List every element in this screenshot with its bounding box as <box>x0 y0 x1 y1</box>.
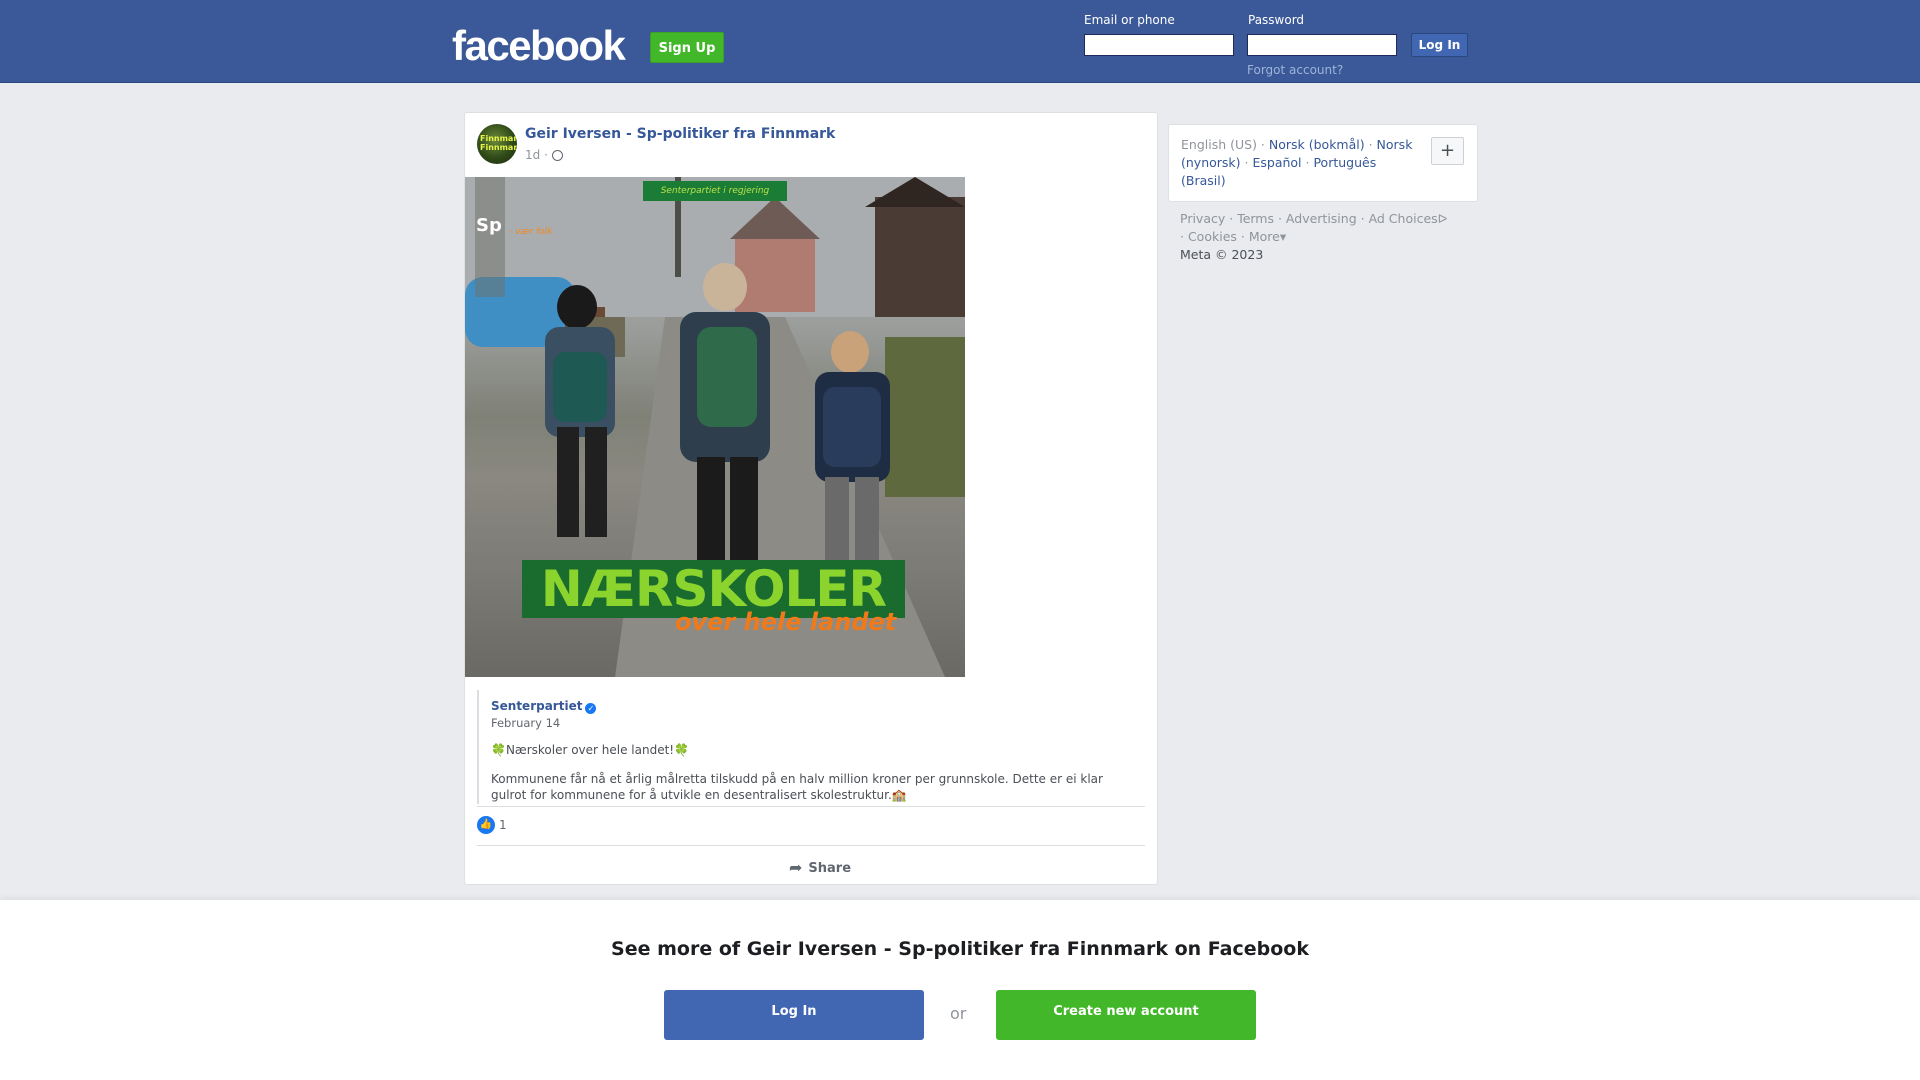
avatar[interactable]: Finnmark Finnmark <box>477 124 517 164</box>
sp-logo: Sp <box>476 215 502 236</box>
password-input[interactable] <box>1247 34 1397 56</box>
shared-post: Senterpartiet ✓ February 14 🍀Nærskoler ov… <box>477 690 1147 804</box>
globe-icon <box>551 150 563 161</box>
create-account-button[interactable]: Create new account <box>996 990 1256 1040</box>
shared-page-name-text[interactable]: Senterpartiet <box>491 699 582 713</box>
chevron-down-icon: ▾ <box>1279 229 1287 244</box>
language-list: English (US) · Norsk (bokmål) · Norsk (n… <box>1181 137 1413 188</box>
language-link[interactable]: Norsk (bokmål) <box>1269 137 1365 152</box>
post-author[interactable]: Geir Iversen - Sp-politiker fra Finnmark <box>525 126 835 142</box>
avatar-text: Finnmark Finnmark <box>480 134 517 152</box>
footer-link-privacy[interactable]: Privacy <box>1180 211 1225 226</box>
login-button[interactable]: Log In <box>1411 33 1468 57</box>
top-navbar: facebook Sign Up Email or phone Password… <box>0 0 1920 83</box>
footer-link-more[interactable]: More <box>1249 229 1280 244</box>
shared-date[interactable]: February 14 <box>491 716 560 730</box>
email-input[interactable] <box>1084 34 1234 56</box>
language-current: English (US) <box>1181 137 1257 152</box>
divider <box>477 806 1145 807</box>
copyright: Meta © 2023 <box>1180 247 1264 262</box>
ad-choices-icon: ᐅ <box>1437 211 1448 226</box>
sign-up-button[interactable]: Sign Up <box>650 32 724 63</box>
footer-link-ad-choices[interactable]: Ad Choices <box>1369 211 1438 226</box>
shared-page-name[interactable]: Senterpartiet ✓ <box>491 699 597 714</box>
sp-logo-sub: - vær folk <box>509 227 553 237</box>
like-icon: 👍 <box>477 816 495 834</box>
language-link[interactable]: Español <box>1252 155 1301 170</box>
shared-body: Kommunene får nå et årlig målretta tilsk… <box>491 772 1103 802</box>
verified-icon: ✓ <box>585 703 597 714</box>
share-icon: ➦ <box>789 858 803 877</box>
footer-link-terms[interactable]: Terms <box>1237 211 1274 226</box>
email-label: Email or phone <box>1084 13 1175 27</box>
image-top-badge: Senterpartiet i regjering <box>643 181 787 201</box>
facebook-logo[interactable]: facebook <box>452 22 626 70</box>
post-card: Finnmark Finnmark Geir Iversen - Sp-poli… <box>464 112 1158 885</box>
share-button[interactable]: ➦ Share <box>789 858 851 877</box>
share-label: Share <box>808 861 852 876</box>
language-box: English (US) · Norsk (bokmål) · Norsk (n… <box>1168 124 1478 202</box>
footer-link-advertising[interactable]: Advertising <box>1286 211 1357 226</box>
footer-links: Privacy · Terms · Advertising · Ad Choic… <box>1180 211 1448 262</box>
post-time[interactable]: 1d · <box>525 148 548 162</box>
login-prompt-title: See more of Geir Iversen - Sp-politiker … <box>611 938 1309 960</box>
banner-login-button[interactable]: Log In <box>664 990 924 1040</box>
login-prompt-banner: See more of Geir Iversen - Sp-politiker … <box>0 900 1920 1080</box>
post-photo[interactable]: Senterpartiet i regjering Sp - vær folk … <box>465 177 965 677</box>
password-label: Password <box>1248 13 1305 27</box>
image-subtitle: over hele landet <box>675 608 897 636</box>
or-separator: or <box>950 1004 967 1023</box>
more-languages-button[interactable]: + <box>1431 137 1464 165</box>
like-count[interactable]: 1 <box>499 818 507 832</box>
post-meta: 1d · <box>525 148 563 162</box>
shared-headline: 🍀Nærskoler over hele landet!🍀 <box>491 743 690 757</box>
footer-link-cookies[interactable]: Cookies <box>1188 229 1237 244</box>
forgot-account-link[interactable]: Forgot account? <box>1247 63 1343 77</box>
divider <box>477 845 1145 846</box>
